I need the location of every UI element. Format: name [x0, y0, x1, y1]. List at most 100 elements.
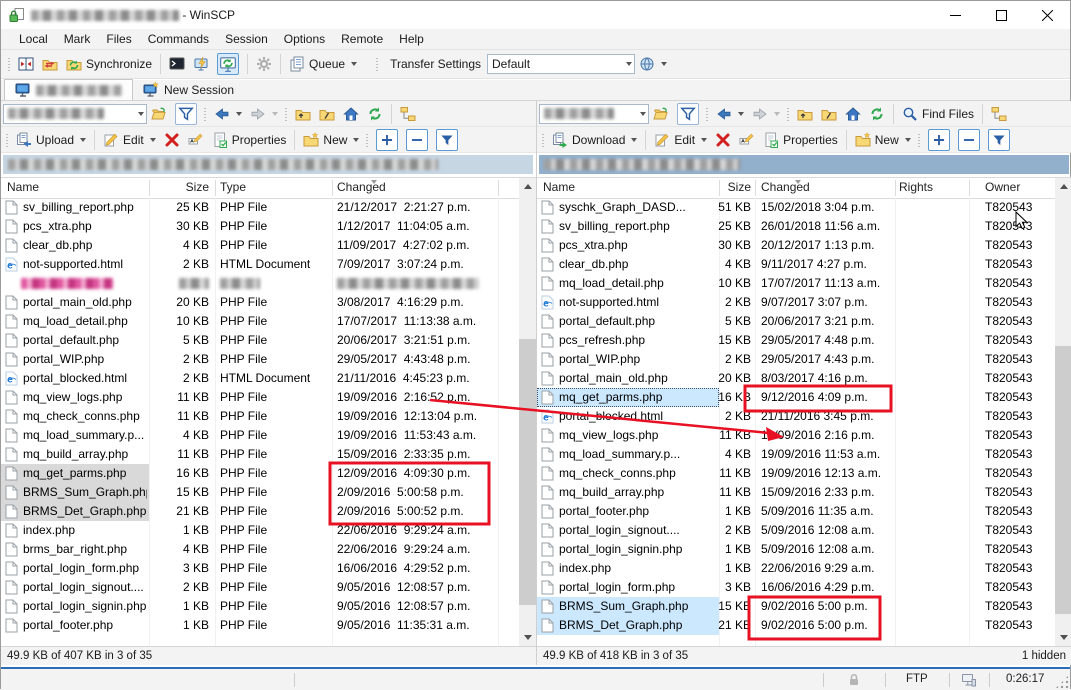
table-row[interactable]: BRMS_Sum_Graph.php15 KB9/02/2016 5:00 p.…	[537, 597, 1055, 616]
table-row[interactable]: portal_login_signout....2 KB5/09/2016 12…	[537, 521, 1055, 540]
menu-options[interactable]: Options	[276, 29, 333, 49]
table-row[interactable]: mq_view_logs.php11 KBPHP File19/09/2016 …	[1, 388, 519, 407]
table-row[interactable]: mq_get_parms.php16 KB9/12/2016 4:09 p.m.…	[537, 388, 1055, 407]
commander-layout-icon[interactable]	[18, 56, 34, 72]
local-refresh-icon[interactable]	[367, 106, 383, 122]
protocol-indicator[interactable]: FTP	[906, 669, 928, 690]
remote-delete-icon[interactable]	[715, 132, 731, 148]
scrollbar-thumb[interactable]	[1055, 346, 1071, 614]
column-header-name[interactable]: Name	[543, 178, 663, 197]
table-row[interactable]: mq_build_array.php11 KB15/09/2016 2:33 p…	[537, 483, 1055, 502]
table-row[interactable]: portal_main_old.php20 KBPHP File3/08/201…	[1, 293, 519, 312]
table-row[interactable]: enot-supported.html2 KBHTML Document7/09…	[1, 255, 519, 274]
local-home-icon[interactable]	[343, 106, 359, 122]
menu-session[interactable]: Session	[217, 29, 276, 49]
menu-commands[interactable]: Commands	[140, 29, 217, 49]
table-row[interactable]: mq_load_summary.p...4 KBPHP File19/09/20…	[1, 426, 519, 445]
synchronize-dirs-icon[interactable]	[42, 56, 58, 72]
remote-dir-combo[interactable]	[539, 104, 649, 124]
table-row[interactable]: syschk_Graph_DASD...51 KB15/02/2018 3:04…	[537, 198, 1055, 217]
table-row[interactable]: portal_login_signin.php1 KBPHP File9/05/…	[1, 597, 519, 616]
table-row[interactable]: clear_db.php4 KBPHP File11/09/2017 4:27:…	[1, 236, 519, 255]
transfer-settings-combo[interactable]: Default	[487, 54, 635, 74]
scroll-up-arrow[interactable]	[1055, 178, 1071, 195]
table-row[interactable]: portal_footer.php1 KB5/09/2016 11:35 a.m…	[537, 502, 1055, 521]
column-header-size[interactable]: Size	[149, 178, 209, 197]
column-header-changed[interactable]: Changed	[337, 178, 495, 197]
scrollbar-thumb[interactable]	[519, 339, 536, 605]
menu-local[interactable]: Local	[11, 29, 56, 49]
column-header-changed[interactable]: Changed	[761, 178, 893, 197]
transfer-options-button[interactable]	[635, 53, 671, 75]
minimize-button[interactable]	[932, 1, 978, 29]
local-edit-button[interactable]: Edit	[99, 129, 160, 151]
local-filter-icon[interactable]	[175, 103, 197, 125]
table-row[interactable]: eportal_blocked.html2 KB21/11/2016 3:45 …	[537, 407, 1055, 426]
table-row[interactable]: pcs_xtra.php30 KB20/12/2017 1:13 p.m.T82…	[537, 236, 1055, 255]
table-row[interactable]: mq_load_detail.php10 KB17/07/2017 11:13 …	[537, 274, 1055, 293]
find-files-button[interactable]: Find Files	[898, 103, 978, 125]
resize-grip[interactable]	[1055, 675, 1069, 689]
remote-parent-dir-icon[interactable]	[797, 106, 813, 122]
remote-filter-icon[interactable]	[677, 103, 699, 125]
scroll-down-arrow[interactable]	[1055, 629, 1071, 646]
menu-help[interactable]: Help	[391, 29, 432, 49]
remote-select-minus-icon[interactable]	[958, 129, 980, 151]
table-row[interactable]: mq_view_logs.php11 KB19/09/2016 2:16 p.m…	[537, 426, 1055, 445]
remote-back-button[interactable]	[712, 103, 748, 125]
table-row[interactable]: brms_bar_right.php4 KBPHP File22/06/2016…	[1, 540, 519, 559]
synchronize-browsing-icon[interactable]	[217, 53, 239, 75]
queue-button[interactable]: Queue	[285, 53, 361, 75]
local-scrollbar[interactable]	[519, 178, 536, 646]
remote-properties-button[interactable]: Properties	[759, 129, 842, 151]
table-row[interactable]: portal_login_signin.php1 KB5/09/2016 12:…	[537, 540, 1055, 559]
table-row[interactable]: mq_get_parms.php16 KBPHP File12/09/2016 …	[1, 464, 519, 483]
table-row[interactable]: BRMS_Sum_Graph.php15 KBPHP File2/09/2016…	[1, 483, 519, 502]
local-forward-button[interactable]	[246, 103, 282, 125]
local-open-directory-icon[interactable]	[151, 106, 167, 122]
synchronize-button[interactable]: Synchronize	[62, 53, 156, 75]
table-row[interactable]: BRMS_Det_Graph.php21 KB9/02/2016 5:00 p.…	[537, 616, 1055, 635]
remote-rename-icon[interactable]	[739, 132, 755, 148]
local-new-button[interactable]: New	[299, 129, 363, 151]
table-row[interactable]: sv_billing_report.php25 KBPHP File21/12/…	[1, 198, 519, 217]
table-row[interactable]: eportal_blocked.html2 KBHTML Document21/…	[1, 369, 519, 388]
local-path-bar[interactable]	[3, 155, 533, 174]
scroll-down-arrow[interactable]	[519, 629, 536, 646]
menu-remote[interactable]: Remote	[333, 29, 391, 49]
local-select-minus-icon[interactable]	[406, 129, 428, 151]
command-icon[interactable]	[193, 56, 209, 72]
local-directory-tree-icon[interactable]	[400, 106, 416, 122]
table-row[interactable]: mq_check_conns.php11 KBPHP File19/09/201…	[1, 407, 519, 426]
table-row[interactable]: portal_login_signout....2 KBPHP File9/05…	[1, 578, 519, 597]
remote-new-button[interactable]: New	[851, 129, 915, 151]
table-row[interactable]: portal_login_form.php3 KB16/06/2016 4:29…	[537, 578, 1055, 597]
local-parent-dir-icon[interactable]	[295, 106, 311, 122]
local-properties-button[interactable]: Properties	[208, 129, 291, 151]
upload-button[interactable]: Upload	[12, 129, 90, 151]
preferences-gear-icon[interactable]	[256, 56, 272, 72]
table-row[interactable]: enot-supported.html2 KB9/07/2017 3:07 p.…	[537, 293, 1055, 312]
table-row[interactable]: mq_load_summary.p...4 KB19/09/2016 11:53…	[537, 445, 1055, 464]
local-back-button[interactable]	[210, 103, 246, 125]
table-row[interactable]: portal_default.php5 KB20/06/2017 3:21 p.…	[537, 312, 1055, 331]
remote-path-bar[interactable]	[539, 155, 1069, 174]
local-rename-icon[interactable]	[188, 132, 204, 148]
table-row[interactable]: index.php1 KB22/06/2016 9:29 a.m.T820543	[537, 559, 1055, 578]
table-row[interactable]: clear_db.php4 KB9/11/2017 4:27 p.m.T8205…	[537, 255, 1055, 274]
remote-edit-button[interactable]: Edit	[650, 129, 711, 151]
local-delete-icon[interactable]	[164, 132, 180, 148]
remote-scrollbar[interactable]	[1055, 178, 1071, 646]
column-header-name[interactable]: Name	[7, 178, 127, 197]
table-row[interactable]: sv_billing_report.php25 KB26/01/2018 11:…	[537, 217, 1055, 236]
remote-open-directory-icon[interactable]	[653, 106, 669, 122]
new-session-tab[interactable]: New Session	[133, 80, 244, 100]
table-row[interactable]: BRMS_Det_Graph.php21 KBPHP File2/09/2016…	[1, 502, 519, 521]
remote-refresh-icon[interactable]	[869, 106, 885, 122]
table-row[interactable]: pcs_refresh.php15 KB29/05/2017 4:48 p.m.…	[537, 331, 1055, 350]
remote-select-filter-icon[interactable]	[988, 129, 1010, 151]
table-row[interactable]: mq_build_array.php11 KBPHP File15/09/201…	[1, 445, 519, 464]
remote-home-icon[interactable]	[845, 106, 861, 122]
table-row[interactable]: pcs_xtra.php30 KBPHP File1/12/2017 11:04…	[1, 217, 519, 236]
local-drive-combo[interactable]	[3, 104, 147, 124]
